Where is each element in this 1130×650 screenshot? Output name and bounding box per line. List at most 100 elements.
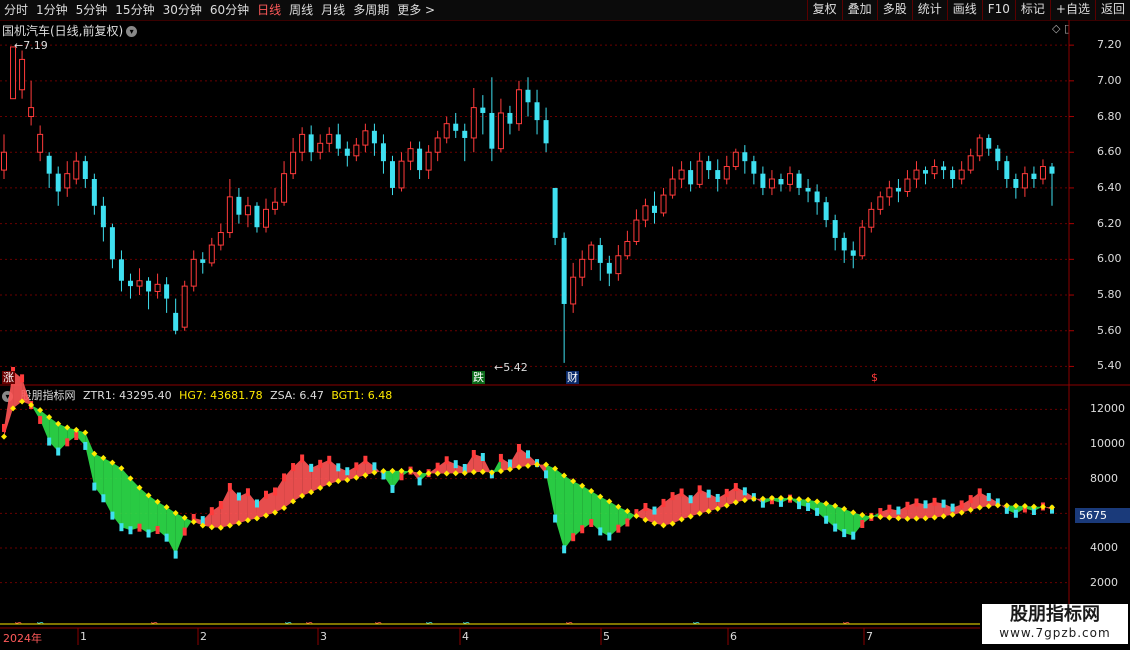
candle-body-down — [525, 89, 531, 103]
indicator-bar — [625, 518, 630, 527]
indicator-bar — [914, 498, 919, 507]
yellow-dot — [787, 495, 793, 502]
candle-body-up — [669, 178, 676, 196]
month-label: 2 — [200, 630, 207, 643]
candle-body-up — [64, 173, 71, 189]
candle-body-down — [507, 112, 513, 124]
indicator-bar — [110, 511, 115, 520]
indicator-bar — [327, 455, 332, 464]
candle-body-up — [181, 285, 188, 328]
candle-body-down — [308, 134, 314, 153]
indicator-bar — [56, 447, 61, 456]
indicator-bar — [218, 501, 223, 510]
chart-canvas[interactable]: ∽ ∽ ∽ ∽ ∽ ∽ ∽ ∽ ∽ ∽ ∽ — [0, 0, 1130, 650]
candle-body-down — [82, 161, 88, 180]
indicator-bar — [806, 502, 811, 511]
indicator-bar — [580, 525, 585, 534]
indicator-bar — [146, 529, 151, 538]
indicator-bar — [137, 523, 142, 532]
candle-body-up — [579, 258, 586, 278]
candle-body-down — [850, 250, 856, 256]
candle-body-up — [660, 194, 667, 214]
signal-glyph: ∽ — [692, 618, 700, 629]
candle-body-down — [118, 259, 124, 281]
candle-body-down — [236, 196, 242, 215]
high-price-label: ←7.19 — [14, 39, 48, 52]
candle-body-down — [688, 170, 694, 185]
indicator-bar — [453, 460, 458, 469]
indicator-bar — [209, 507, 214, 516]
candle-body-down — [100, 205, 106, 228]
candle-body-down — [941, 166, 947, 171]
indicator-bar — [860, 519, 865, 528]
dollar-marker[interactable]: $ — [870, 371, 879, 384]
indicator-bar — [182, 527, 187, 536]
candle-body-up — [226, 196, 233, 234]
indicator-bar — [245, 488, 250, 497]
indicator-bar — [932, 497, 937, 506]
candle-body-up — [326, 133, 333, 144]
candle-body-up — [1021, 173, 1028, 189]
indicator-bar — [950, 503, 955, 512]
price-axis-label: 6.40 — [1097, 180, 1122, 194]
candle-body-up — [868, 208, 875, 228]
month-label: 7 — [866, 630, 873, 643]
indicator-bar — [977, 488, 982, 497]
candle-body-up — [967, 155, 974, 171]
candle-body-down — [715, 170, 721, 180]
indicator-bar — [227, 483, 232, 492]
indicator-bar — [679, 488, 684, 497]
candle-body-up — [768, 178, 775, 189]
month-label: 3 — [320, 630, 327, 643]
candle-body-down — [796, 173, 802, 188]
indicator-bar — [471, 449, 476, 458]
indicator-bar — [598, 527, 603, 536]
candle-body-up — [588, 244, 595, 260]
signal-glyph: ∽ — [374, 618, 382, 629]
indicator-bar — [553, 514, 558, 523]
indicator-bar — [905, 501, 910, 510]
indicator-bar — [968, 495, 973, 504]
candle-body-up — [570, 276, 577, 305]
indicator-bar — [706, 489, 711, 498]
indicator-axis-label: 4000 — [1090, 541, 1118, 554]
month-label: 1 — [80, 630, 87, 643]
indicator-bar — [941, 499, 946, 508]
candle-body-down — [1013, 179, 1019, 188]
candle-body-up — [317, 142, 324, 153]
candle-body-down — [146, 280, 152, 292]
candle-body-down — [46, 155, 52, 174]
indicator-bar — [300, 454, 305, 463]
indicator-bar — [923, 500, 928, 509]
signal-glyph: ∽ — [14, 618, 22, 629]
indicator-axis-label: 8000 — [1090, 471, 1118, 485]
candle-body-up — [272, 201, 279, 210]
yellow-dot — [1049, 504, 1055, 511]
candle-body-up — [624, 240, 631, 257]
candle-body-up — [904, 178, 911, 193]
indicator-bar — [526, 450, 530, 459]
candle-body-down — [751, 161, 757, 174]
indicator-bar — [507, 459, 512, 468]
candle-body-down — [173, 312, 179, 331]
indicator-fill — [555, 468, 565, 550]
signal-glyph: ∽ — [150, 618, 158, 629]
indicator-current-value: 5675 — [1075, 508, 1130, 523]
candle-body-down — [841, 237, 847, 251]
signal-glyph: ∽ — [36, 618, 44, 629]
rise-marker[interactable]: 涨 — [2, 371, 15, 384]
candle-body-up — [353, 144, 360, 157]
candle-body-down — [55, 173, 61, 192]
indicator-bar — [887, 504, 892, 513]
fall-marker[interactable]: 跌 — [472, 371, 485, 384]
candle-body-up — [37, 133, 44, 153]
yellow-dot — [1, 433, 7, 440]
indicator-bar — [833, 523, 838, 532]
finance-marker[interactable]: 财 — [566, 371, 579, 384]
indicator-bar — [670, 492, 675, 501]
candle-body-down — [706, 161, 712, 171]
indicator-bar — [128, 526, 133, 535]
indicator-bar — [345, 467, 350, 476]
candle-body-down — [778, 179, 784, 185]
indicator-bar — [562, 545, 567, 554]
